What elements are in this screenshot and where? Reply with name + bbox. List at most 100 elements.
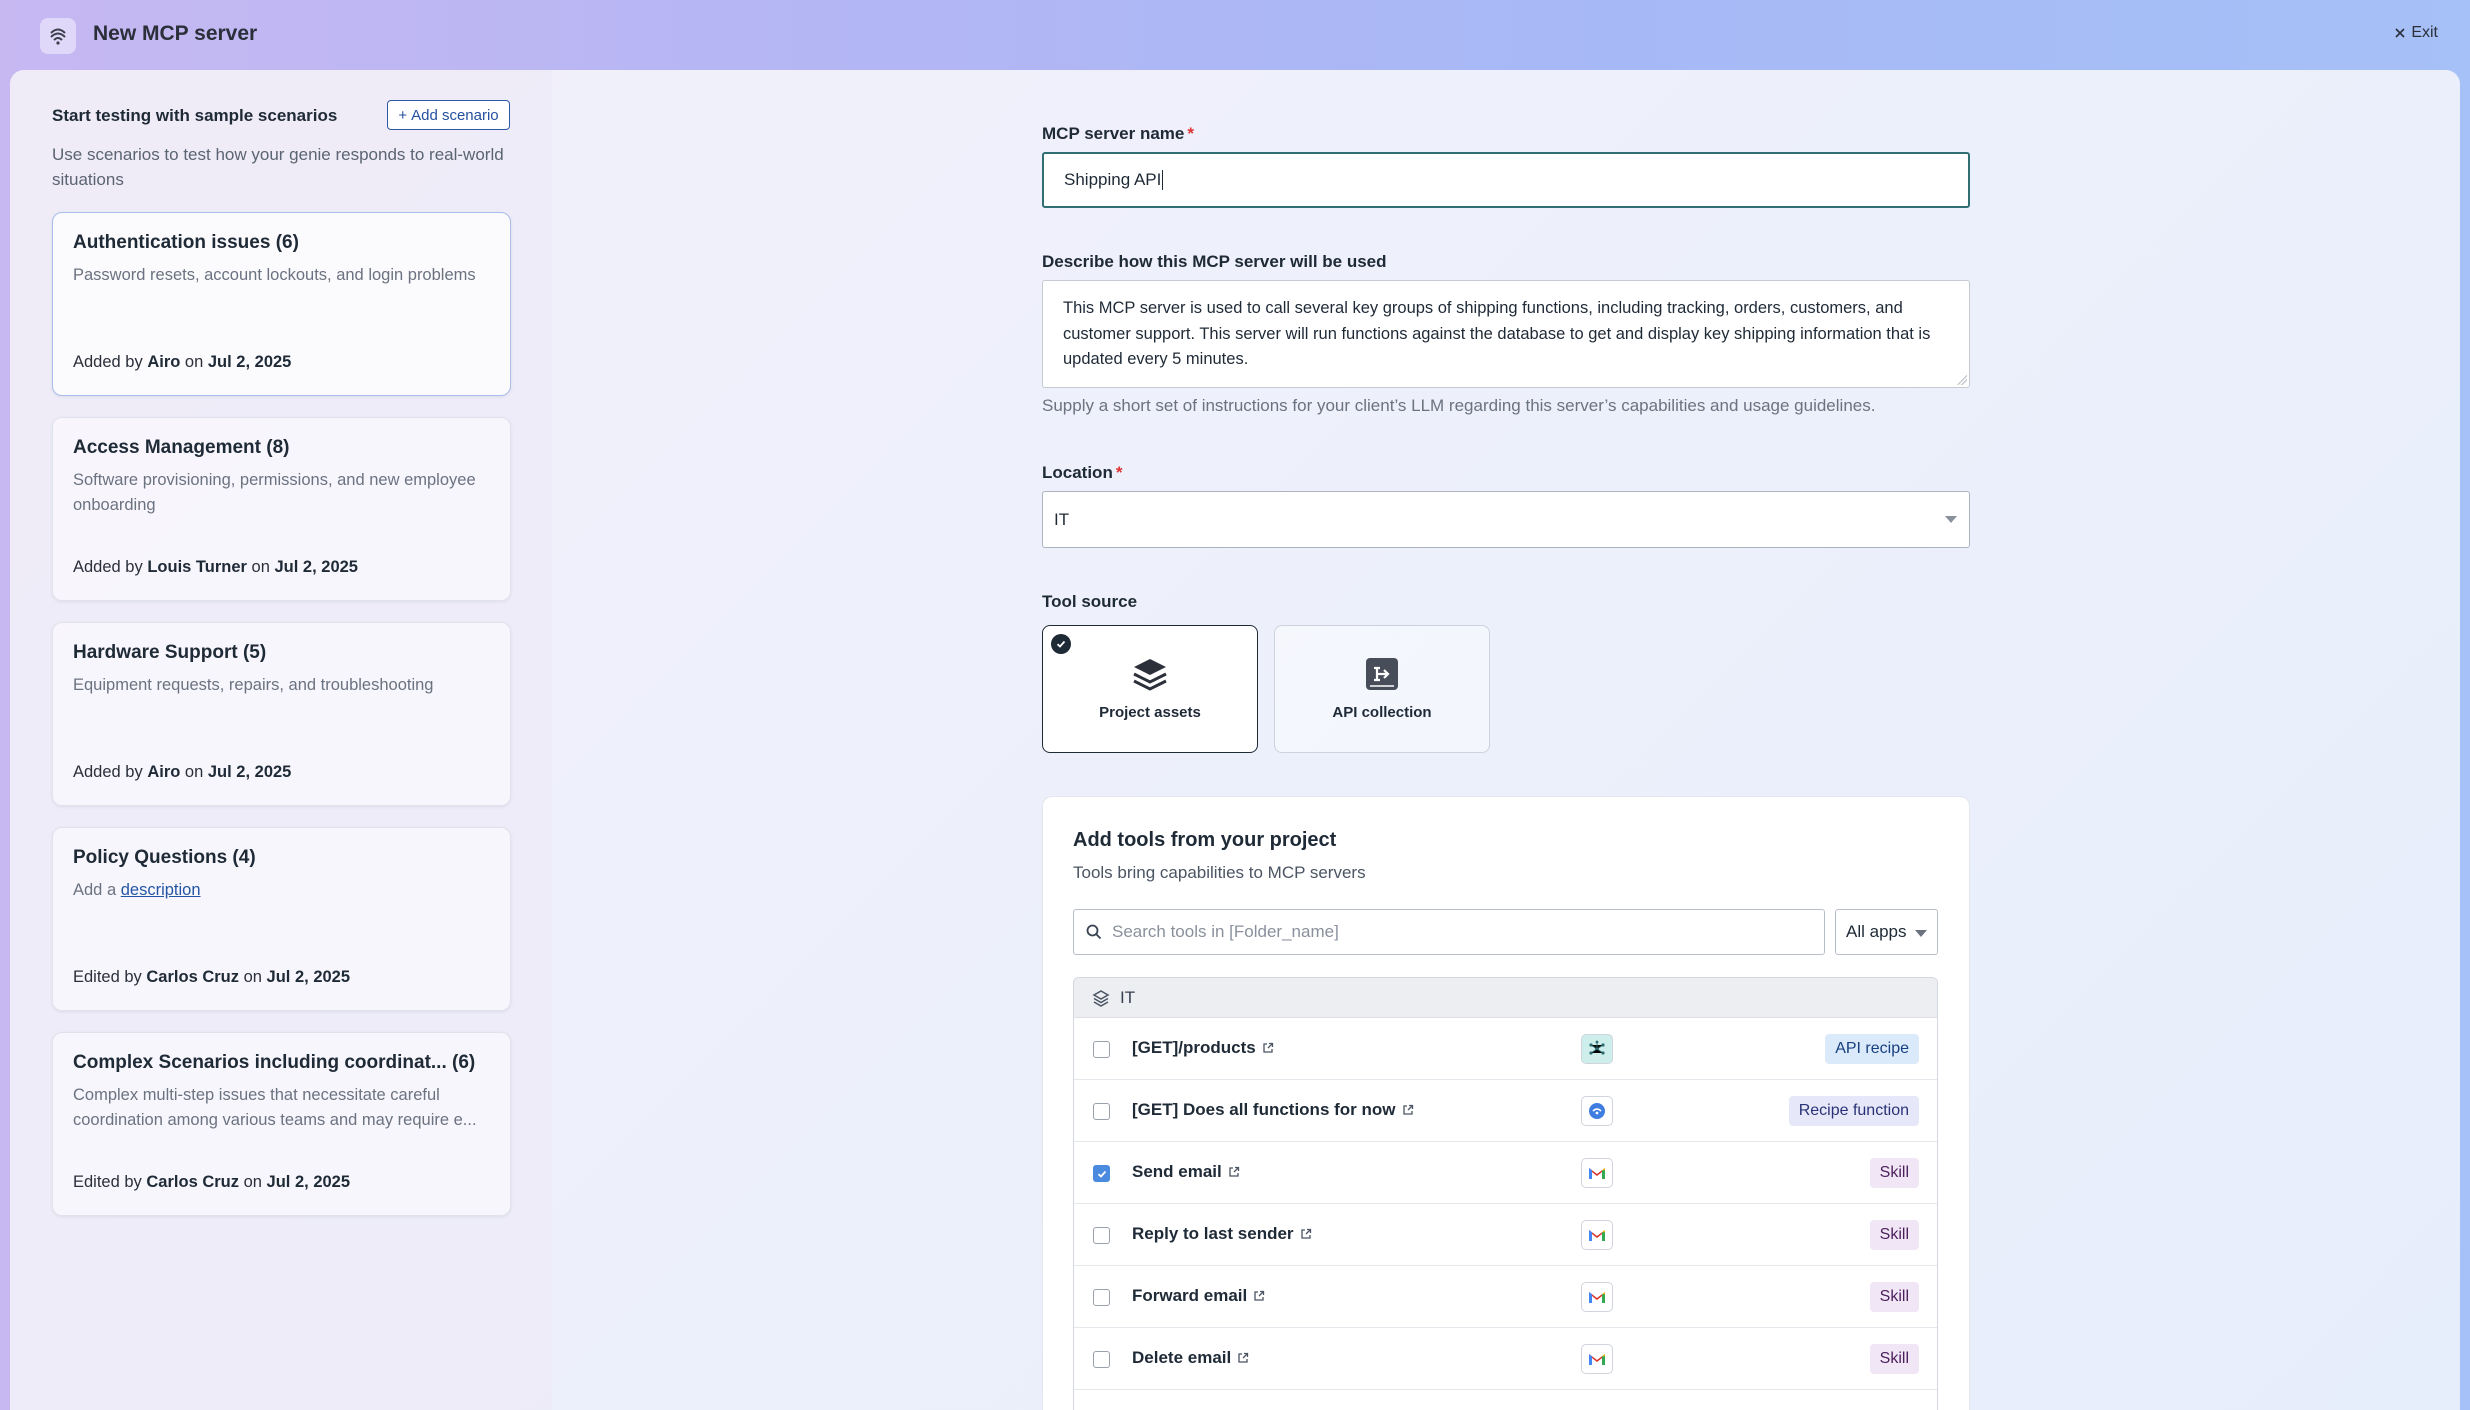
scenario-card[interactable]: Access Management (8) Software provision…	[52, 417, 511, 601]
scenario-title: Access Management (8)	[73, 437, 290, 458]
main-panel: Start testing with sample scenarios + Ad…	[10, 70, 2460, 1410]
plus-icon: +	[398, 106, 408, 124]
app-logo	[40, 18, 76, 54]
tool-name[interactable]: Reply to last sender	[1132, 1224, 1312, 1244]
tool-name[interactable]: Forward email	[1132, 1286, 1265, 1306]
scenario-meta: Added by Louis Turner on Jul 2, 2025	[73, 558, 358, 576]
type-badge: Skill	[1869, 1344, 1919, 1374]
search-placeholder: Search tools in [Folder_name]	[1112, 922, 1339, 941]
location-select[interactable]: IT	[1042, 491, 1970, 548]
scenario-title: Authentication issues (6)	[73, 232, 299, 253]
api-collection-icon	[1362, 654, 1402, 694]
type-badge: API recipe	[1825, 1034, 1919, 1064]
logo-icon	[50, 28, 66, 45]
gmail-icon	[1581, 1220, 1613, 1250]
search-icon	[1086, 924, 1102, 940]
gmail-icon	[1581, 1282, 1613, 1312]
add-scenario-button[interactable]: + Add scenario	[387, 100, 510, 130]
tool-source-label: Tool source	[1042, 592, 1138, 611]
add-tools-section: Add tools from your project Tools bring …	[1042, 796, 1970, 1410]
table-row[interactable]: [GET]/products API recipe	[1074, 1018, 1937, 1080]
tools-table: IT [GET]/products API recipe [GET] Does …	[1073, 977, 1938, 1410]
scenario-meta: Edited by Carlos Cruz on Jul 2, 2025	[73, 968, 351, 986]
tool-name[interactable]: [GET] Does all functions for now	[1132, 1100, 1414, 1120]
row-checkbox[interactable]	[1093, 1165, 1110, 1182]
external-link-icon	[1238, 1352, 1249, 1363]
check-icon	[1097, 1170, 1106, 1178]
page-title: New MCP server	[93, 22, 258, 45]
scenario-description: Password resets, account lockouts, and l…	[73, 266, 476, 284]
scenario-description: Add a description	[73, 881, 201, 899]
scenario-card[interactable]: Policy Questions (4) Add a description E…	[52, 827, 511, 1011]
close-icon	[2395, 28, 2405, 38]
scenario-card[interactable]: Authentication issues (6) Password reset…	[52, 212, 511, 396]
scenario-card[interactable]: Hardware Support (5) Equipment requests,…	[52, 622, 511, 806]
table-row[interactable]: [GET] Does all functions for now Recipe …	[1074, 1080, 1937, 1142]
check-icon	[1051, 634, 1071, 654]
chevron-down-icon	[1915, 930, 1927, 937]
external-link-icon	[1254, 1290, 1265, 1301]
scenario-description: Software provisioning, permissions, and …	[73, 471, 476, 514]
row-checkbox[interactable]	[1093, 1041, 1110, 1058]
top-bar: New MCP server Exit	[0, 0, 2470, 70]
description-hint: Supply a short set of instructions for y…	[1042, 396, 1876, 415]
row-checkbox[interactable]	[1093, 1289, 1110, 1306]
server-name-input[interactable]: Shipping API	[1042, 152, 1970, 208]
tool-source-project-assets[interactable]: Project assets	[1042, 625, 1258, 753]
layers-icon	[1130, 654, 1170, 694]
description-textarea[interactable]: This MCP server is used to call several …	[1042, 280, 1970, 388]
exit-label: Exit	[2411, 24, 2438, 41]
scenario-title: Complex Scenarios including coordinat...…	[73, 1052, 476, 1073]
scenario-meta: Added by Airo on Jul 2, 2025	[73, 763, 292, 781]
scenarios-sidebar: Start testing with sample scenarios + Ad…	[10, 70, 552, 1410]
table-row[interactable]: Delete email Skill	[1074, 1328, 1937, 1390]
layers-icon	[1092, 989, 1110, 1007]
table-row[interactable]	[1074, 1390, 1937, 1410]
scenario-card[interactable]: Complex Scenarios including coordinat...…	[52, 1032, 511, 1216]
scenario-description: Equipment requests, repairs, and trouble…	[73, 676, 434, 694]
type-badge: Recipe function	[1788, 1096, 1919, 1126]
tool-source-api-collection[interactable]: API collection	[1274, 625, 1490, 753]
group-row-it[interactable]: IT	[1074, 978, 1937, 1018]
gmail-icon	[1581, 1344, 1613, 1374]
resize-handle[interactable]	[1957, 375, 1967, 385]
row-checkbox[interactable]	[1093, 1103, 1110, 1120]
apps-filter-dropdown[interactable]: All apps	[1835, 909, 1938, 955]
tools-title: Add tools from your project	[1073, 829, 1337, 851]
scenarios-description: Use scenarios to test how your genie res…	[52, 145, 504, 189]
tile-label: Project assets	[1099, 704, 1201, 721]
workato-icon	[1581, 1096, 1613, 1126]
table-row[interactable]: Forward email Skill	[1074, 1266, 1937, 1328]
description-label: Describe how this MCP server will be use…	[1042, 252, 1387, 271]
api-icon	[1581, 1034, 1613, 1064]
scenario-meta: Edited by Carlos Cruz on Jul 2, 2025	[73, 1173, 351, 1191]
table-row[interactable]: Send email Skill	[1074, 1142, 1937, 1204]
tool-name[interactable]: [GET]/products	[1132, 1038, 1274, 1058]
add-scenario-label: Add scenario	[411, 106, 499, 124]
gmail-icon	[1581, 1158, 1613, 1188]
exit-button[interactable]: Exit	[2394, 24, 2438, 42]
server-name-label: MCP server name *	[1042, 124, 1194, 143]
tools-subtitle: Tools bring capabilities to MCP servers	[1073, 863, 1366, 882]
row-checkbox[interactable]	[1093, 1351, 1110, 1368]
add-description-link[interactable]: description	[121, 881, 201, 899]
scenario-description: Complex multi-step issues that necessita…	[73, 1086, 477, 1129]
tool-name[interactable]: Delete email	[1132, 1348, 1249, 1368]
scenario-title: Policy Questions (4)	[73, 847, 256, 868]
table-row[interactable]: Reply to last sender Skill	[1074, 1204, 1937, 1266]
scenario-title: Hardware Support (5)	[73, 642, 267, 663]
tile-label: API collection	[1332, 704, 1432, 721]
location-label: Location *	[1042, 463, 1123, 482]
external-link-icon	[1229, 1166, 1239, 1177]
tools-search-input[interactable]: Search tools in [Folder_name]	[1073, 909, 1825, 955]
tool-name[interactable]: Send email	[1132, 1162, 1240, 1182]
type-badge: Skill	[1869, 1158, 1919, 1188]
scenarios-heading: Start testing with sample scenarios	[52, 106, 338, 125]
row-checkbox[interactable]	[1093, 1227, 1110, 1244]
external-link-icon	[1300, 1228, 1311, 1239]
type-badge: Skill	[1869, 1282, 1919, 1312]
external-link-icon	[1263, 1042, 1273, 1053]
external-link-icon	[1402, 1104, 1413, 1115]
type-badge: Skill	[1869, 1220, 1919, 1250]
chevron-down-icon	[1945, 516, 1957, 523]
